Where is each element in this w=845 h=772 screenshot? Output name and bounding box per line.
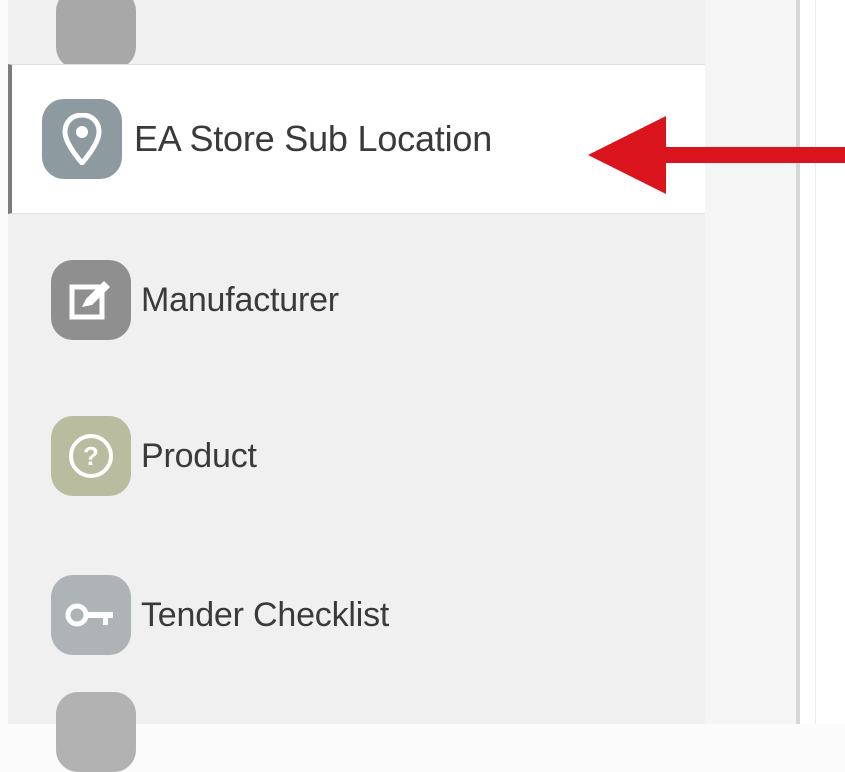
sidebar-item-tender-checklist[interactable]: Tender Checklist	[8, 555, 705, 675]
menu-icon	[56, 0, 136, 69]
sidebar-item-label: Tender Checklist	[141, 595, 390, 634]
key-icon	[51, 575, 131, 655]
sidebar-item-label: Product	[141, 436, 257, 475]
sidebar-item-partial-top[interactable]	[8, 0, 705, 69]
main-content-edge	[800, 0, 845, 724]
grid-line	[815, 0, 816, 724]
sidebar-gutter	[705, 0, 797, 724]
edit-icon	[51, 260, 131, 340]
location-pin-icon	[42, 99, 122, 179]
svg-text:?: ?	[83, 441, 99, 471]
sidebar-item-label: EA Store Sub Location	[134, 118, 493, 159]
sidebar-item-label: Manufacturer	[141, 280, 339, 319]
sidebar-item-partial-bottom[interactable]	[8, 690, 705, 772]
sidebar-item-product[interactable]: ? Product	[8, 396, 705, 516]
pointer-arrow-icon	[588, 116, 845, 194]
menu-icon	[56, 692, 136, 772]
question-icon: ?	[51, 416, 131, 496]
sidebar-item-manufacturer[interactable]: Manufacturer	[8, 240, 705, 360]
